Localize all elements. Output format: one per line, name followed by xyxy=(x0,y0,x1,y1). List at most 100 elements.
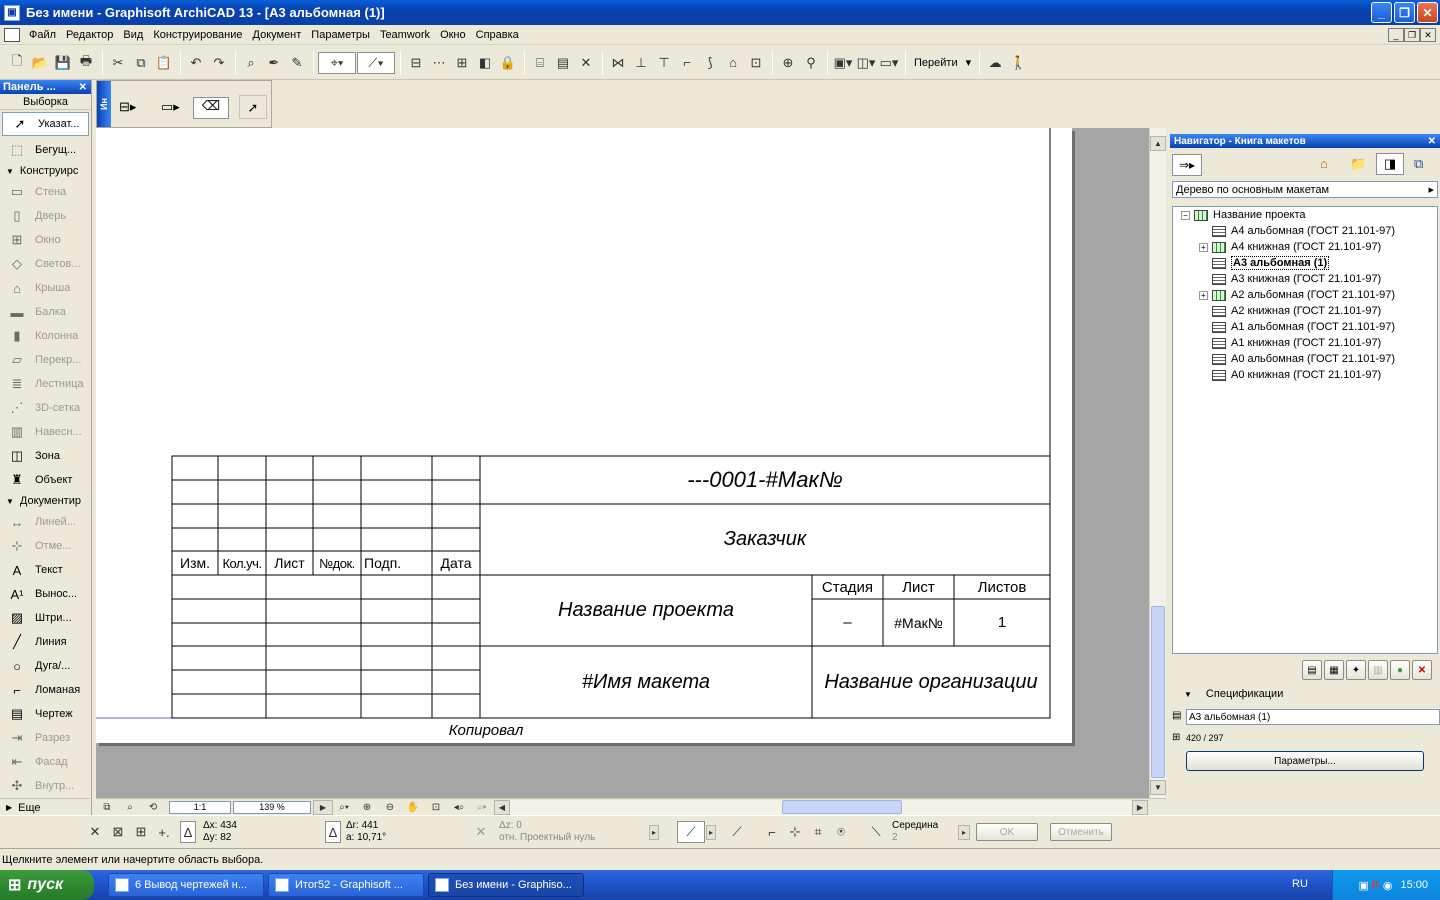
scroll-down-icon[interactable]: ▼ xyxy=(1150,780,1166,795)
explode-icon[interactable]: ⌂ xyxy=(722,52,744,74)
snap-menu-icon[interactable]: ▸ xyxy=(706,824,716,840)
guide-line-icon[interactable]: ⟋▾ xyxy=(357,51,395,74)
copy-icon[interactable]: ⧉ xyxy=(130,52,152,74)
curve-icon[interactable]: ⟆ xyxy=(699,52,721,74)
new-layout-icon[interactable]: ▤ xyxy=(1302,660,1322,680)
modify-icon[interactable]: ⊡ xyxy=(745,52,767,74)
tool-item[interactable]: ▨ Штри... xyxy=(0,606,91,630)
clone-icon[interactable]: ▥ xyxy=(1368,660,1388,680)
lock-icon[interactable]: 🔒 xyxy=(497,52,519,74)
midpoint-icon[interactable]: ⟍ xyxy=(865,821,887,843)
menu-view[interactable]: Вид xyxy=(118,29,148,41)
cut-icon[interactable]: ✂ xyxy=(107,52,129,74)
zoom-window-icon[interactable]: ⧉ xyxy=(96,800,118,815)
snap-options-icon[interactable]: ▸ xyxy=(958,824,970,840)
menu-file[interactable]: Файл xyxy=(24,29,61,41)
toolbox-close-icon[interactable]: ✕ xyxy=(79,82,87,93)
relative-coord-icon[interactable]: Δ xyxy=(180,821,196,843)
tree-root[interactable]: − Название проекта xyxy=(1181,207,1306,223)
tool-item[interactable]: ▬ Балка xyxy=(0,300,91,324)
mdi-close-button[interactable]: ✕ xyxy=(1420,28,1436,42)
grid-snap-icon[interactable]: ⌖▾ xyxy=(318,51,356,74)
tree-layout-item[interactable]: + А4 книжная (ГОСТ 21.101-97) xyxy=(1199,239,1381,255)
trace-icon[interactable]: ⌸ xyxy=(529,52,551,74)
tool-item[interactable]: ▱ Перекр... xyxy=(0,348,91,372)
tree-layout-item[interactable]: А0 альбомная (ГОСТ 21.101-97) xyxy=(1199,351,1395,367)
collapse-icon[interactable]: − xyxy=(1181,210,1190,220)
view-select-dropdown[interactable]: Дерево по основным макетам ▸ xyxy=(1172,181,1438,198)
scroll-up-icon[interactable]: ▲ xyxy=(1150,136,1166,151)
redo-icon[interactable]: ↷ xyxy=(208,52,230,74)
open-icon[interactable]: 📂 xyxy=(29,52,51,74)
split-icon[interactable]: ⋈ xyxy=(607,52,629,74)
vertical-scrollbar[interactable]: ▲ ▼ xyxy=(1149,128,1166,798)
clock[interactable]: 15:00 xyxy=(1400,879,1428,891)
taskbar-item-active[interactable]: Без имени - Graphiso... xyxy=(428,873,584,897)
eraser-icon[interactable]: ⌫ xyxy=(193,97,229,119)
angle-value[interactable]: a: 10,71° xyxy=(346,832,462,844)
tool-item[interactable]: ▤ Чертеж xyxy=(0,702,91,726)
zoom-fit-icon[interactable]: ⌕ xyxy=(119,800,141,815)
document-icon[interactable] xyxy=(4,27,20,42)
special-snap-icon[interactable]: ⍟ xyxy=(830,821,852,843)
polar-coord-icon[interactable]: Δ xyxy=(325,821,341,843)
vertical-scroll-thumb[interactable] xyxy=(1151,606,1165,778)
tool-item[interactable]: ○ Дуга/... xyxy=(0,654,91,678)
undo-icon[interactable]: ↶ xyxy=(185,52,207,74)
print-icon[interactable]: 🖶 xyxy=(75,52,97,74)
dx-value[interactable]: Δx: 434 xyxy=(203,820,325,832)
element-info-icon[interactable]: ⊕ xyxy=(777,52,799,74)
close-button[interactable]: ✕ xyxy=(1417,2,1438,23)
dy-value[interactable]: Δy: 82 xyxy=(203,832,325,844)
menu-design[interactable]: Конструирование xyxy=(148,29,247,41)
next-zoom-icon[interactable]: ⌕▸ xyxy=(471,800,493,815)
marker-icon[interactable]: ⚲ xyxy=(800,52,822,74)
menu-window[interactable]: Окно xyxy=(435,29,471,41)
view-map-icon[interactable]: 📁 xyxy=(1350,156,1370,174)
intersect-icon[interactable]: ⊤ xyxy=(653,52,675,74)
horizontal-scroll-track[interactable] xyxy=(510,799,1132,815)
group-document[interactable]: ▼ Документир xyxy=(0,492,91,510)
tracker-icon[interactable]: ⊠ xyxy=(107,821,129,843)
tree-layout-item[interactable]: + А2 альбомная (ГОСТ 21.101-97) xyxy=(1199,287,1395,303)
perpendicular-icon[interactable]: ⌐ xyxy=(761,821,783,843)
mdi-restore-button[interactable]: ❐ xyxy=(1404,28,1420,42)
tool-item[interactable]: A¹ Вынос... xyxy=(0,582,91,606)
grid-icon[interactable]: ⋯ xyxy=(428,52,450,74)
tree-layout-item[interactable]: А2 книжная (ГОСТ 21.101-97) xyxy=(1199,303,1381,319)
inject-icon[interactable]: ✎ xyxy=(286,52,308,74)
tool-item[interactable]: ╱ Линия xyxy=(0,630,91,654)
expand-icon[interactable]: + xyxy=(1199,290,1208,300)
tool-item[interactable]: ◇ Светов... xyxy=(0,252,91,276)
view-rotate-icon[interactable]: ⟲ xyxy=(142,800,164,815)
group-design[interactable]: ▼ Конструирс xyxy=(0,162,91,180)
tool-item[interactable]: ⊞ Окно xyxy=(0,228,91,252)
find-select-icon[interactable]: ⌕ xyxy=(240,52,262,74)
layout-name-field[interactable]: А3 альбомная (1) xyxy=(1186,709,1440,725)
tree-layout-item[interactable]: А3 книжная (ГОСТ 21.101-97) xyxy=(1199,271,1381,287)
tool-item[interactable]: ⊹ Отме... xyxy=(0,534,91,558)
tool-item[interactable]: ⇤ Фасад xyxy=(0,750,91,774)
new-master-icon[interactable]: ▦ xyxy=(1324,660,1344,680)
goto-dropdown-icon[interactable]: ▾ xyxy=(962,56,976,69)
taskbar-item[interactable]: Итог52 - Graphisoft ... xyxy=(268,873,424,897)
scroll-left-icon[interactable]: ◀ xyxy=(494,799,510,815)
menu-options[interactable]: Параметры xyxy=(306,29,375,41)
menu-edit[interactable]: Редактор xyxy=(61,29,118,41)
pick-up-icon[interactable]: ✒ xyxy=(263,52,285,74)
dr-value[interactable]: Δr: 441 xyxy=(346,820,462,832)
adjust-icon[interactable]: ⊥ xyxy=(630,52,652,74)
volume-icon[interactable]: ◉ xyxy=(1383,879,1393,892)
menu-document[interactable]: Документ xyxy=(248,29,307,41)
language-indicator[interactable]: RU xyxy=(1292,878,1308,890)
tool-item[interactable]: ⇥ Разрез xyxy=(0,726,91,750)
navigator-close-icon[interactable]: ✕ xyxy=(1428,136,1436,147)
save-icon[interactable]: 💾 xyxy=(52,52,74,74)
menu-help[interactable]: Справка xyxy=(471,29,524,41)
previous-zoom-icon[interactable]: ◂⌕ xyxy=(448,800,470,815)
pointer-icon[interactable]: ➚ xyxy=(239,95,267,119)
zoom-menu-icon[interactable]: ▶ xyxy=(313,799,333,815)
publisher-icon[interactable]: ⧉ xyxy=(1414,156,1434,174)
tool-item[interactable]: ▥ Навесн... xyxy=(0,420,91,444)
zoom-out-icon[interactable]: ⊖ xyxy=(379,800,401,815)
